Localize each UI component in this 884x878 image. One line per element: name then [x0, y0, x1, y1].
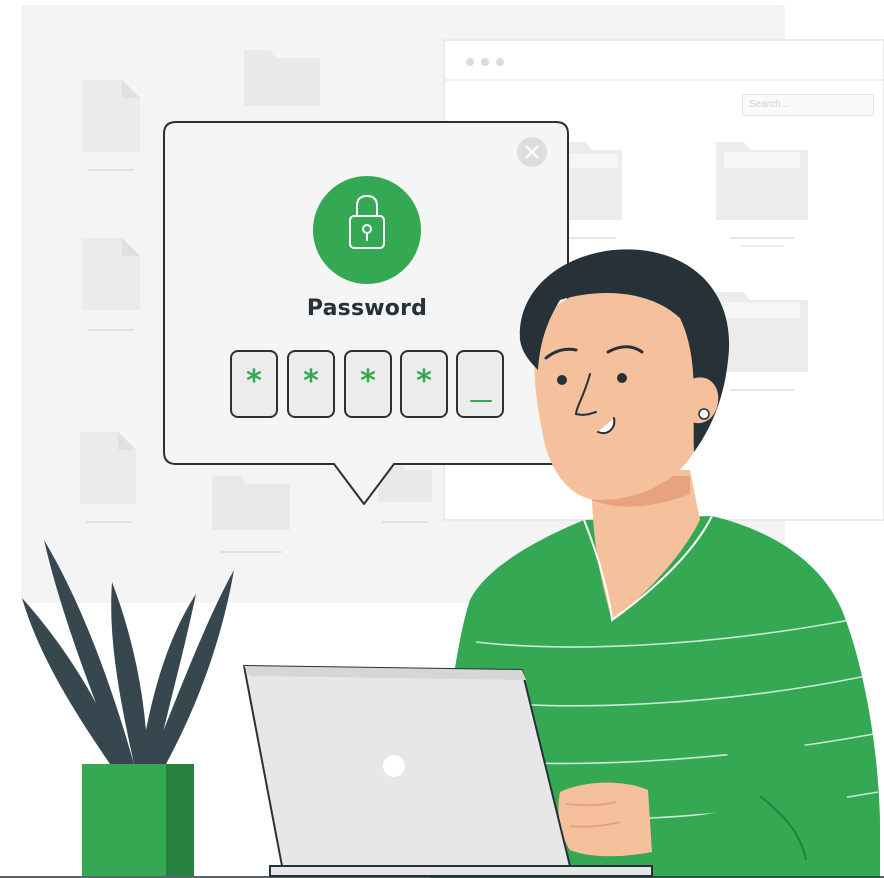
search-placeholder: Search... [749, 99, 790, 110]
dialog-title: Password [306, 296, 428, 321]
search-input[interactable]: Search... [742, 94, 874, 116]
window-dot [466, 58, 474, 66]
window-dot [481, 58, 489, 66]
pin-char: * [416, 364, 432, 399]
plant-pot [82, 764, 194, 876]
pin-box[interactable]: * [400, 350, 448, 418]
close-icon[interactable] [517, 137, 547, 167]
pin-char: * [360, 364, 376, 399]
window-dot [496, 58, 504, 66]
illustration-scene [0, 5, 884, 878]
pin-box[interactable]: * [230, 350, 278, 418]
laptop-logo [383, 755, 405, 777]
pin-char: * [303, 364, 319, 399]
pin-char: * [246, 364, 262, 399]
text-cursor [470, 400, 492, 402]
pin-box[interactable]: * [344, 350, 392, 418]
pin-box[interactable]: * [287, 350, 335, 418]
pin-box-active[interactable] [456, 350, 504, 418]
lock-icon [313, 176, 421, 284]
